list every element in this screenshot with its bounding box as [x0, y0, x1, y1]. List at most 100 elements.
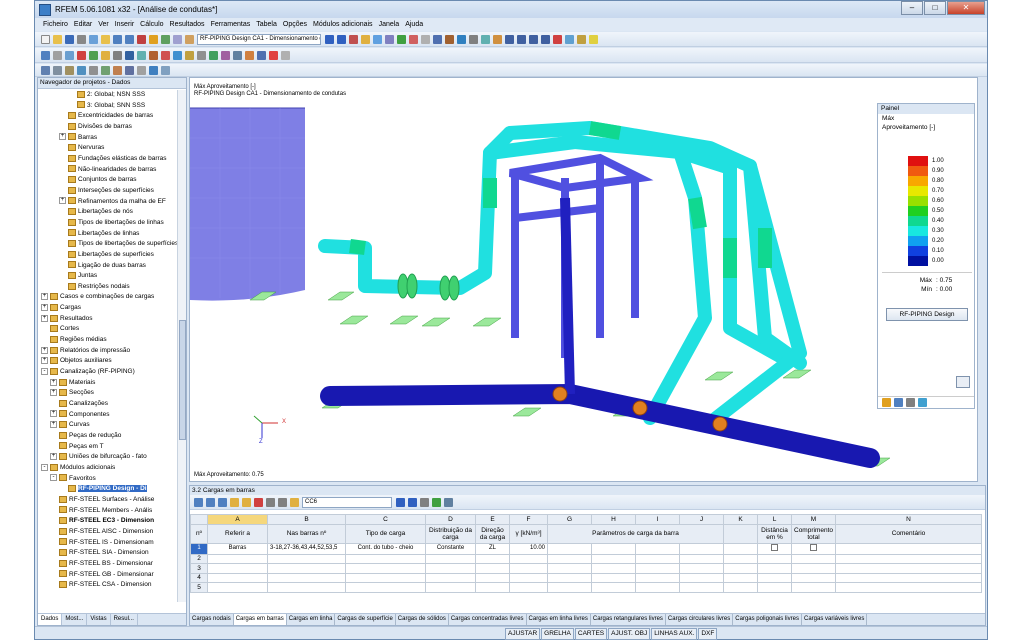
light-icon[interactable] — [589, 34, 598, 44]
isometric-icon[interactable] — [541, 34, 550, 44]
tool-j-icon[interactable] — [149, 65, 158, 75]
cell-refer-to[interactable]: Barras — [207, 542, 268, 555]
filter-icon[interactable] — [397, 34, 406, 44]
close-button[interactable]: ✕ — [947, 1, 985, 15]
section-icon[interactable] — [385, 34, 394, 44]
surface-add-icon[interactable] — [137, 50, 146, 60]
panel-settings-icon[interactable] — [894, 398, 903, 407]
tree-expander-icon[interactable]: + — [41, 346, 48, 354]
tree-item[interactable]: Juntas — [38, 271, 178, 282]
tree-item[interactable]: Restrições nodais — [38, 282, 178, 293]
tree-item[interactable]: Divisões de barras — [38, 122, 178, 133]
cell-comment[interactable] — [835, 542, 983, 555]
hinge-icon[interactable] — [173, 50, 182, 60]
col-header-a[interactable]: A — [207, 514, 268, 525]
node-add-icon[interactable] — [101, 50, 110, 60]
table-tab[interactable]: Cargas em linha livres — [527, 614, 591, 625]
status-grid-button[interactable]: GRELHA — [541, 628, 574, 640]
table-tab[interactable]: Cargas variáveis livres — [802, 614, 868, 625]
member-add-icon[interactable] — [125, 50, 134, 60]
table-tool-2-icon[interactable] — [206, 497, 215, 507]
tree-expander-icon[interactable]: - — [50, 474, 57, 482]
tree-expander-icon[interactable]: + — [50, 421, 57, 429]
move-icon[interactable] — [53, 50, 62, 60]
tree-item[interactable]: Nervuras — [38, 143, 178, 154]
cell-direction[interactable]: ZL — [475, 542, 510, 555]
tree-item[interactable]: Peças em T — [38, 442, 178, 453]
nav-tab-views[interactable]: Vistas — [87, 614, 111, 625]
tree-item[interactable]: + Objetos auxiliares — [38, 356, 178, 367]
menu-table[interactable]: Tabela — [256, 21, 277, 28]
status-glines-button[interactable]: LINHAS AUX. — [651, 628, 698, 640]
coordinate-system-icon[interactable] — [233, 50, 242, 60]
load-case-selector[interactable]: CC6 — [302, 496, 392, 508]
view-z-icon[interactable] — [529, 34, 538, 44]
tool-f-icon[interactable] — [101, 65, 110, 75]
zoom-icon[interactable] — [565, 34, 574, 44]
support-add-icon[interactable] — [149, 50, 158, 60]
col-header-j[interactable]: J — [679, 514, 724, 525]
col-header-e[interactable]: E — [475, 514, 510, 525]
model-viewport[interactable]: Máx Aproveitamento [-] RF-PIPING Design … — [189, 77, 978, 482]
table-delete-icon[interactable] — [254, 497, 263, 507]
rotate-icon[interactable] — [65, 50, 74, 60]
col-header-f[interactable]: F — [509, 514, 548, 525]
table-tab[interactable]: Cargas retangulares livres — [591, 614, 666, 625]
tree-expander-icon[interactable]: + — [59, 197, 66, 205]
table-tool-8-icon[interactable] — [278, 497, 287, 507]
table-row[interactable]: 1 Barras 3-18,27-36,43,44,52,53,5 Cont. … — [190, 542, 983, 555]
tree-item[interactable]: Ligação de duas barras — [38, 261, 178, 272]
tree-item[interactable]: - Favoritos — [38, 474, 178, 485]
tree-item[interactable]: RF-STEEL EC3 - Dimension — [38, 516, 178, 527]
delete-icon[interactable] — [553, 34, 562, 44]
save-icon[interactable] — [65, 34, 74, 44]
table-row[interactable]: 5 — [190, 582, 983, 593]
print-icon[interactable] — [77, 34, 86, 44]
col-header-i[interactable]: I — [635, 514, 680, 525]
tree-item[interactable]: Libertações de nós — [38, 207, 178, 218]
tree-expander-icon[interactable]: + — [41, 357, 48, 365]
support-icon[interactable] — [409, 34, 418, 44]
status-osnap-button[interactable]: AJUST. OBJ — [608, 628, 651, 640]
clipboard-icon[interactable] — [101, 34, 110, 44]
cell-gamma[interactable]: 10.00 — [509, 542, 548, 555]
menu-edit[interactable]: Editar — [74, 21, 92, 28]
tree-item[interactable]: + Uniões de bifurcação - fato — [38, 452, 178, 463]
tree-item[interactable]: Tipos de libertações de superfícies — [38, 239, 178, 250]
tree-item[interactable]: RF-STEEL Surfaces - Análise — [38, 495, 178, 506]
status-snap-button[interactable]: AJUSTAR — [505, 628, 541, 640]
tree-item[interactable]: RF-STEEL AISC - Dimension — [38, 527, 178, 538]
row-number[interactable]: 2 — [190, 553, 208, 564]
cell-j[interactable] — [679, 542, 724, 555]
tree-expander-icon[interactable]: + — [50, 410, 57, 418]
tree-item[interactable]: + Barras — [38, 133, 178, 144]
select-icon[interactable] — [41, 50, 50, 60]
table-tab[interactable]: Cargas concentradas livres — [449, 614, 527, 625]
tool-c-icon[interactable] — [65, 65, 74, 75]
table-tab[interactable]: Cargas em linha — [287, 614, 336, 625]
row-number[interactable]: 4 — [190, 572, 208, 583]
tree-item[interactable]: Cortes — [38, 324, 178, 335]
table-tool-1-icon[interactable] — [194, 497, 203, 507]
nav-tab-data[interactable]: Dados — [38, 614, 63, 625]
cell-k[interactable] — [723, 542, 758, 555]
show-results-icon[interactable] — [349, 34, 358, 44]
tree-item[interactable]: Tipos de libertações de linhas — [38, 218, 178, 229]
table-tab[interactable]: Cargas circulares livres — [666, 614, 734, 625]
tree-expander-icon[interactable]: + — [59, 133, 66, 141]
comment-icon[interactable] — [197, 50, 206, 60]
view-y-icon[interactable] — [517, 34, 526, 44]
tool-e-icon[interactable] — [89, 65, 98, 75]
deformation-icon[interactable] — [373, 34, 382, 44]
case-selector[interactable]: RF-PIPING Design CA1 - Dimensionamento d… — [197, 33, 321, 45]
table-row[interactable]: 3 — [190, 563, 983, 574]
check-model-icon[interactable] — [269, 50, 278, 60]
menu-calculation[interactable]: Cálculo — [140, 21, 163, 28]
tree-item[interactable]: + Materiais — [38, 378, 178, 389]
guide-icon[interactable] — [209, 50, 218, 60]
col-header-b[interactable]: B — [267, 514, 346, 525]
row-number[interactable]: 1 — [190, 542, 208, 555]
nav-tab-results[interactable]: Resul... — [111, 614, 138, 625]
tree-item[interactable]: - Módulos adicionais — [38, 463, 178, 474]
tree-item[interactable]: RF-PIPING Design - Di — [38, 484, 178, 495]
